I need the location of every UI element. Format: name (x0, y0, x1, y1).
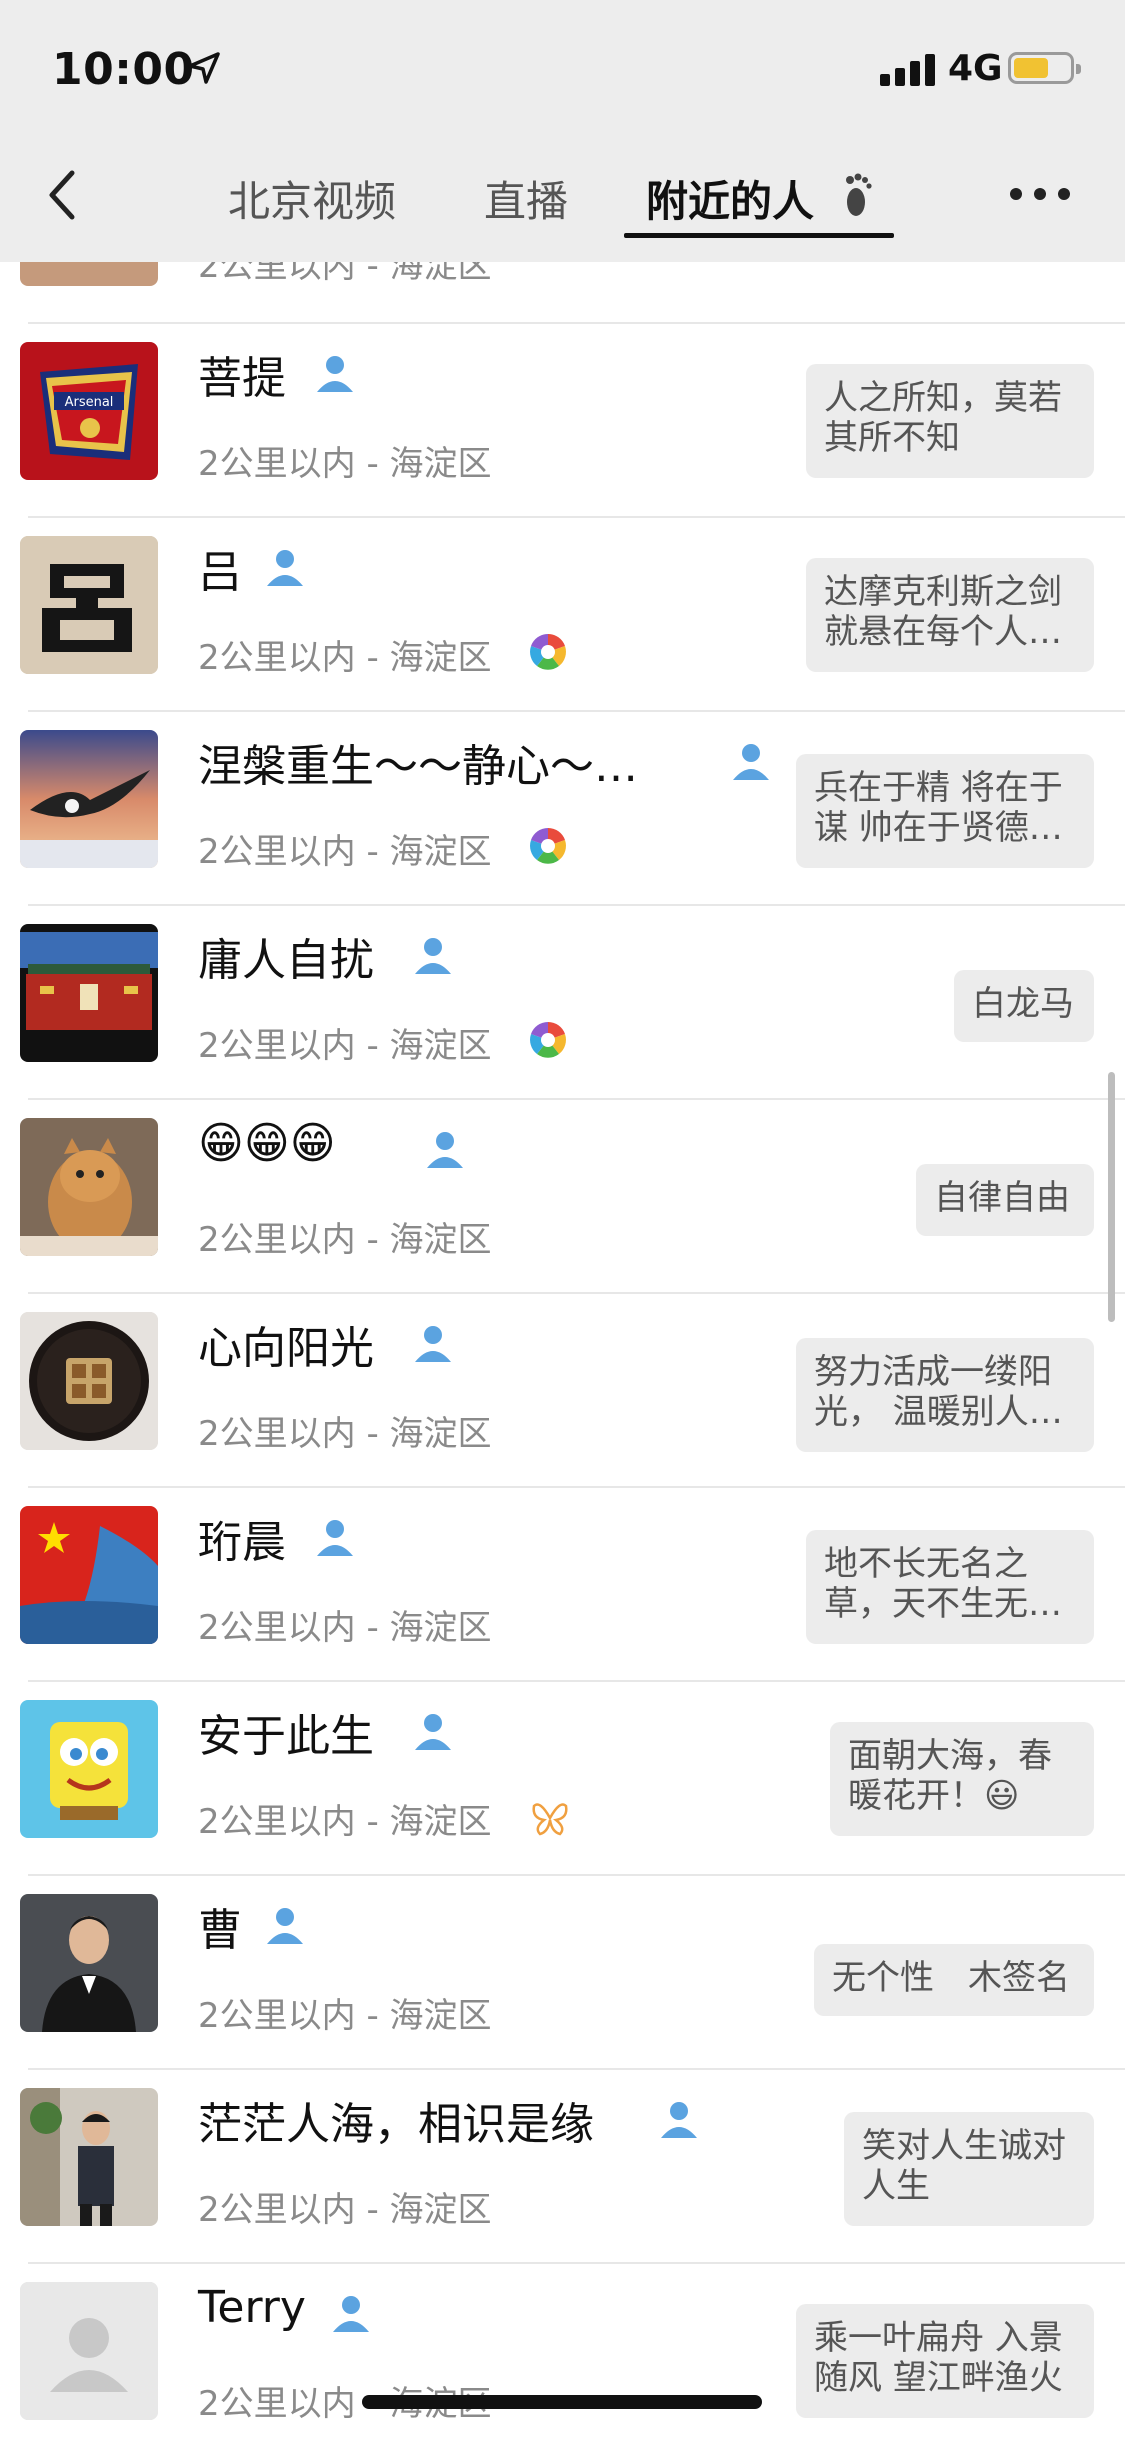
avatar (20, 1118, 158, 1256)
moments-aperture-icon[interactable] (528, 1020, 568, 1060)
tab-beijing-video[interactable]: 北京视频 (228, 168, 396, 229)
avatar (20, 1700, 158, 1838)
signal-icon (880, 50, 940, 86)
verified-person-icon (733, 744, 769, 780)
avatar (20, 924, 158, 1062)
list-item[interactable]: 涅槃重生～～静心～… 2公里以内 - 海淀区 兵在于精 将在于谋 帅在于贤德… (0, 712, 1125, 906)
butterfly-icon (532, 1803, 568, 1836)
verified-person-icon (427, 1132, 463, 1168)
person-name: 菩提 (198, 353, 286, 404)
list-item[interactable]: 庸人自扰 2公里以内 - 海淀区 白龙马 (0, 906, 1125, 1100)
signature-bubble: 努力活成一缕阳光， 温暖别人… (796, 1338, 1094, 1452)
avatar (20, 1312, 158, 1450)
tab-nearby-people[interactable]: 附近的人 (646, 168, 814, 229)
signature-bubble: 达摩克利斯之剑就悬在每个人… (806, 558, 1094, 672)
avatar (20, 2088, 158, 2226)
signature-bubble: 乘一叶扁舟 入景随风 望江畔渔火 (796, 2304, 1094, 2418)
location-arrow-icon (188, 52, 220, 84)
home-indicator[interactable] (362, 2395, 762, 2409)
list-item[interactable]: 吕 2公里以内 - 海淀区 达摩克利斯之剑就悬在每个人… (0, 518, 1125, 712)
distance-text: 2公里以内 - 海淀区 (198, 832, 492, 872)
list-item[interactable]: Terry 2公里以内 - 海淀区 乘一叶扁舟 入景随风 望江畔渔火 (0, 2264, 1125, 2458)
network-type: 4G (948, 48, 1003, 89)
list-item[interactable]: 珩晨 2公里以内 - 海淀区 地不长无名之草，天不生无… (0, 1488, 1125, 1682)
list-item[interactable]: Arsenal 菩提 2公里以内 - 海淀区 人之所知，莫若其所不知 (0, 324, 1125, 518)
top-bar: 10:00 4G 北京视频 直播 附近的人 (0, 0, 1125, 262)
distance-text: 2公里以内 - 海淀区 (198, 1414, 492, 1454)
footprint-icon (846, 173, 872, 216)
scrollbar[interactable] (1108, 1072, 1115, 1322)
person-name: 茫茫人海，相识是缘 (198, 2099, 594, 2150)
list-item[interactable]: 😁😁😁 2公里以内 - 海淀区 自律自由 (0, 1100, 1125, 1294)
distance-text: 2公里以内 - 海淀区 (198, 1026, 492, 1066)
active-tab-indicator (624, 233, 894, 238)
moments-aperture-icon[interactable] (528, 632, 568, 672)
distance-text: 2公里以内 - 海淀区 (198, 1802, 492, 1842)
avatar (20, 2282, 158, 2420)
distance-text: 2公里以内 - 海淀区 (198, 444, 492, 484)
person-name: 曹 (198, 1905, 242, 1956)
back-chevron-icon[interactable] (40, 165, 90, 225)
person-name: 心向阳光 (198, 1323, 374, 1374)
verified-person-icon (661, 2102, 697, 2138)
status-time: 10:00 (52, 44, 195, 95)
distance-text: 2公里以内 - 海淀区 (198, 2190, 492, 2230)
signature-bubble: 无个性 木签名 (814, 1944, 1094, 2016)
more-options-icon[interactable] (1010, 188, 1070, 202)
signature-bubble: 地不长无名之草，天不生无… (806, 1530, 1094, 1644)
person-name: 涅槃重生～～静心～… (198, 741, 638, 792)
distance-text: 2公里以内 - 海淀区 (198, 1996, 492, 2036)
avatar (20, 1894, 158, 2032)
moments-aperture-icon[interactable] (528, 826, 568, 866)
battery-icon (1008, 52, 1081, 84)
verified-person-icon (333, 2296, 369, 2332)
verified-person-icon (415, 1326, 451, 1362)
person-name: Terry (198, 2282, 306, 2333)
verified-person-icon (415, 938, 451, 974)
list-item[interactable]: 安于此生 2公里以内 - 海淀区 面朝大海，春暖花开！😃 (0, 1682, 1125, 1876)
verified-person-icon (267, 1908, 303, 1944)
list-item[interactable]: 心向阳光 2公里以内 - 海淀区 努力活成一缕阳光， 温暖别人… (0, 1294, 1125, 1488)
verified-person-icon (317, 356, 353, 392)
verified-person-icon (267, 550, 303, 586)
list-item[interactable]: 茫茫人海，相识是缘 2公里以内 - 海淀区 笑对人生诚对人生 (0, 2070, 1125, 2264)
avatar (20, 1506, 158, 1644)
svg-text:Arsenal: Arsenal (65, 395, 114, 410)
verified-person-icon (317, 1520, 353, 1556)
person-name: 安于此生 (198, 1711, 374, 1762)
avatar: Arsenal (20, 342, 158, 480)
signature-bubble: 兵在于精 将在于谋 帅在于贤德… (796, 754, 1094, 868)
person-name: 珩晨 (198, 1517, 286, 1568)
list-item[interactable]: 曹 2公里以内 - 海淀区 无个性 木签名 (0, 1876, 1125, 2070)
distance-text: 2公里以内 - 海淀区 (198, 638, 492, 678)
signature-bubble: 面朝大海，春暖花开！😃 (830, 1722, 1094, 1836)
avatar (20, 536, 158, 674)
person-name: 😁😁😁 (198, 1118, 336, 1169)
person-name: 庸人自扰 (198, 935, 374, 986)
verified-person-icon (415, 1714, 451, 1750)
avatar (20, 730, 158, 868)
distance-text: 2公里以内 - 海淀区 (198, 1220, 492, 1260)
signature-bubble: 白龙马 (954, 970, 1094, 1042)
signature-bubble: 自律自由 (916, 1164, 1094, 1236)
signature-bubble: 人之所知，莫若其所不知 (806, 364, 1094, 478)
person-name: 吕 (198, 547, 242, 598)
distance-text: 2公里以内 - 海淀区 (198, 1608, 492, 1648)
signature-bubble: 笑对人生诚对人生 (844, 2112, 1094, 2226)
tab-live[interactable]: 直播 (484, 168, 568, 229)
